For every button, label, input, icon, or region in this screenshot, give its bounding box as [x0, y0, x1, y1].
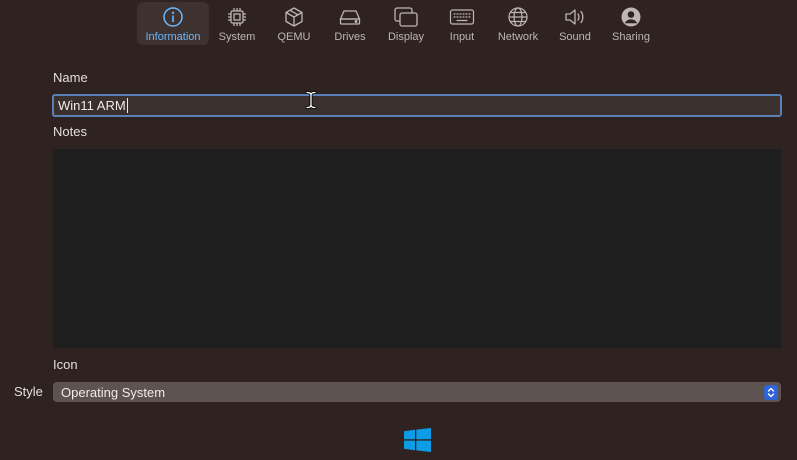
icon-label: Icon	[53, 357, 78, 372]
display-windows-icon	[393, 5, 419, 29]
windows-logo-icon[interactable]	[404, 428, 431, 457]
keyboard-icon	[449, 5, 475, 29]
tab-network[interactable]: Network	[494, 2, 542, 45]
tab-label: Sharing	[612, 31, 650, 43]
style-select-value: Operating System	[61, 384, 166, 400]
chevron-up-down-icon	[764, 384, 778, 400]
person-circle-icon	[620, 5, 642, 29]
i-beam-cursor-icon	[305, 90, 317, 115]
tab-display[interactable]: Display	[382, 2, 430, 45]
tab-label: Drives	[334, 31, 366, 43]
tab-label: Input	[449, 31, 475, 43]
style-select[interactable]: Operating System	[53, 382, 781, 402]
tab-drives[interactable]: Drives	[328, 2, 372, 45]
tab-label: Sound	[559, 31, 591, 43]
tab-label: Display	[387, 31, 425, 43]
tab-qemu[interactable]: QEMU	[272, 2, 316, 45]
tab-label: System	[218, 31, 256, 43]
info-icon	[162, 5, 184, 29]
notes-textarea[interactable]	[53, 149, 781, 348]
notes-label: Notes	[53, 124, 87, 139]
cpu-chip-icon	[226, 5, 248, 29]
box-icon	[283, 5, 305, 29]
tab-sound[interactable]: Sound	[554, 2, 596, 45]
name-label: Name	[53, 70, 88, 85]
text-caret	[126, 98, 128, 113]
tab-information[interactable]: Information	[137, 2, 209, 45]
settings-toolbar: Information System QEMU Drives Display I…	[0, 0, 797, 48]
speaker-icon	[563, 5, 587, 29]
drive-icon	[338, 5, 362, 29]
globe-icon	[507, 5, 529, 29]
tab-label: Network	[497, 31, 539, 43]
tab-label: Information	[145, 31, 201, 43]
tab-label: QEMU	[277, 31, 311, 43]
name-field-value: Win11 ARM	[58, 98, 126, 113]
tab-input[interactable]: Input	[442, 2, 482, 45]
name-field[interactable]: Win11 ARM	[52, 94, 782, 117]
style-label: Style	[14, 384, 43, 399]
tab-system[interactable]: System	[214, 2, 260, 45]
tab-sharing[interactable]: Sharing	[608, 2, 654, 45]
